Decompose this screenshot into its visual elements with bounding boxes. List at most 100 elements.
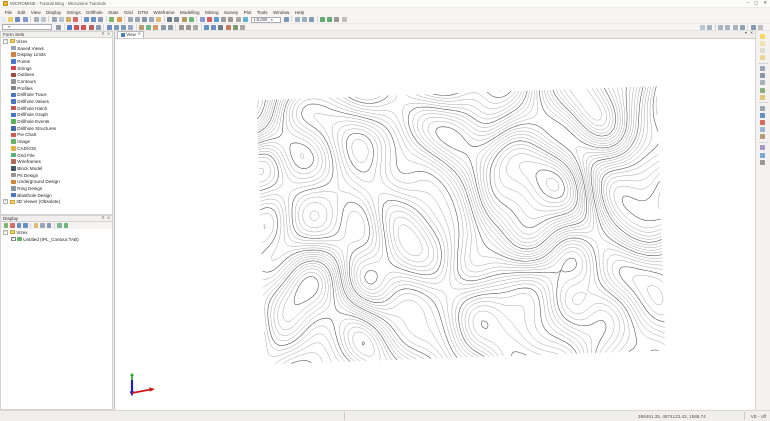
new-plot-view-icon[interactable]: [116, 16, 122, 22]
formset-item-pit-design[interactable]: Pit Design: [1, 172, 112, 179]
vertical-exaggeration-status[interactable]: VE - off: [751, 414, 766, 419]
formset-item-outlines[interactable]: Outlines: [1, 71, 112, 78]
dimension-icon[interactable]: [211, 24, 217, 30]
draw-point-icon[interactable]: [66, 24, 72, 30]
east-west-view-icon[interactable]: [725, 24, 731, 30]
formset-item-block-model[interactable]: Block Model: [1, 165, 112, 172]
menu-strings[interactable]: Strings: [64, 10, 84, 15]
print-icon[interactable]: [33, 16, 39, 22]
menu-help[interactable]: Help: [292, 10, 307, 15]
menu-grid[interactable]: Grid: [121, 10, 135, 15]
tree-root-3d-viewer[interactable]: +3D Viewer (Obsolete): [1, 199, 112, 206]
pin-icon[interactable]: ⊼: [102, 217, 105, 221]
world-extents-icon[interactable]: [242, 16, 248, 22]
new-file-icon[interactable]: [0, 16, 6, 22]
link-layer-icon[interactable]: [57, 223, 63, 229]
edit-layer-icon[interactable]: [33, 223, 39, 229]
mirror-string-icon[interactable]: [128, 24, 134, 30]
formset-item-profiles[interactable]: Profiles: [1, 85, 112, 92]
north-arrow-icon[interactable]: [206, 16, 212, 22]
menu-survey[interactable]: Survey: [221, 10, 241, 15]
tree-expander-icon[interactable]: +: [3, 199, 8, 204]
menu-tools[interactable]: Tools: [254, 10, 270, 15]
rotate-view-icon[interactable]: [213, 16, 219, 22]
formset-item-saved-views[interactable]: Saved Views: [1, 45, 112, 52]
text-tool-icon[interactable]: [218, 24, 224, 30]
toolbar-overflow-icon[interactable]: [341, 16, 347, 22]
trim-icon[interactable]: [138, 24, 144, 30]
plan-view-icon[interactable]: [707, 24, 713, 30]
snap-line-icon[interactable]: [185, 24, 191, 30]
grid-toggle-icon[interactable]: [228, 16, 234, 22]
move-string-icon[interactable]: [113, 24, 119, 30]
formset-item-contours[interactable]: Contours: [1, 78, 112, 85]
formset-item-strings[interactable]: Strings: [1, 65, 112, 72]
snap-point-icon[interactable]: [178, 24, 184, 30]
formset-item-ring-design[interactable]: Ring Design: [1, 185, 112, 192]
rotate-string-icon[interactable]: [120, 24, 126, 30]
scale-combobox[interactable]: 1:5,000 ▼: [251, 17, 281, 23]
tree-expander-icon[interactable]: −: [3, 230, 8, 235]
tab-bar-close-icon[interactable]: ✕: [750, 32, 753, 36]
ortho-mode-icon[interactable]: [192, 24, 198, 30]
display-root-vizex[interactable]: −Vizex: [1, 229, 112, 236]
formset-item-drillhole-hatch[interactable]: Drillhole Hatch: [1, 105, 112, 112]
area-tool-icon[interactable]: [232, 24, 238, 30]
layer-manager-icon[interactable]: [199, 16, 205, 22]
background-color-icon[interactable]: [760, 152, 766, 158]
textures-icon[interactable]: [760, 87, 766, 93]
formset-item-drillhole-structures[interactable]: Drillhole Structures: [1, 125, 112, 132]
menu-window[interactable]: Window: [270, 10, 292, 15]
new-vizex-view-icon[interactable]: [109, 16, 115, 22]
menu-stats[interactable]: Stats: [105, 10, 121, 15]
bulb-dim-icon[interactable]: [760, 40, 766, 46]
display-layer-untitled-ipl-contour-tab[interactable]: ✓Untitled (IPL_Contour.TAB): [1, 236, 112, 243]
close-icon[interactable]: ✕: [107, 33, 110, 37]
zoom-out-icon[interactable]: [134, 16, 140, 22]
bulb-on-icon[interactable]: [760, 33, 766, 39]
grid-3d-icon[interactable]: [760, 105, 766, 111]
view-3d-icon[interactable]: [308, 16, 314, 22]
tab-close-icon[interactable]: ✕: [138, 33, 141, 37]
close-icon[interactable]: ✕: [107, 217, 110, 221]
draw-polygon-icon[interactable]: [88, 24, 94, 30]
clip-plane-icon[interactable]: [760, 127, 766, 133]
rotate-right-icon[interactable]: [327, 16, 333, 22]
copy-icon[interactable]: [58, 16, 64, 22]
delete-icon[interactable]: [73, 16, 79, 22]
maximize-button[interactable]: ▢: [754, 1, 758, 5]
refresh-display-icon[interactable]: [63, 223, 69, 229]
tree-root-vizex[interactable]: −Vizex: [1, 38, 112, 45]
edit-vertex-icon[interactable]: [106, 24, 112, 30]
pan-icon[interactable]: [156, 16, 162, 22]
menu-mining[interactable]: Mining: [202, 10, 221, 15]
undo-icon[interactable]: [83, 16, 89, 22]
layer-down-icon[interactable]: [23, 223, 29, 229]
menu-wireframe[interactable]: Wireframe: [151, 10, 178, 15]
draw-polyline-icon[interactable]: [81, 24, 87, 30]
string-filter-combobox[interactable]: ▼: [2, 24, 52, 30]
box-select-icon[interactable]: [174, 16, 180, 22]
select-icon[interactable]: [167, 16, 173, 22]
compass-icon[interactable]: [760, 119, 766, 125]
select-string-icon[interactable]: [55, 24, 61, 30]
new-layer-icon[interactable]: [3, 223, 9, 229]
redo-icon[interactable]: [91, 16, 97, 22]
formset-item-pie-chart[interactable]: Pie Chart: [1, 132, 112, 139]
properties-icon[interactable]: [239, 24, 245, 30]
formset-item-wireframes[interactable]: Wireframes: [1, 158, 112, 165]
menu-drillhole[interactable]: Drillhole: [83, 10, 105, 15]
formset-item-points[interactable]: Points: [1, 58, 112, 65]
refresh-icon[interactable]: [188, 16, 194, 22]
delete-layer-icon[interactable]: [9, 223, 15, 229]
menu-view[interactable]: View: [28, 10, 43, 15]
minimize-button[interactable]: –: [747, 1, 749, 5]
stereo-view-icon[interactable]: [760, 145, 766, 151]
zoom-to-layer-icon[interactable]: [46, 223, 52, 229]
formset-item-grid-file[interactable]: Grid File: [1, 152, 112, 159]
close-button[interactable]: ✕: [763, 1, 767, 5]
formset-item-drillhole-events[interactable]: Drillhole Events: [1, 118, 112, 125]
menu-display[interactable]: Display: [43, 10, 63, 15]
lighting-icon[interactable]: [760, 94, 766, 100]
zoom-previous-icon[interactable]: [148, 16, 154, 22]
